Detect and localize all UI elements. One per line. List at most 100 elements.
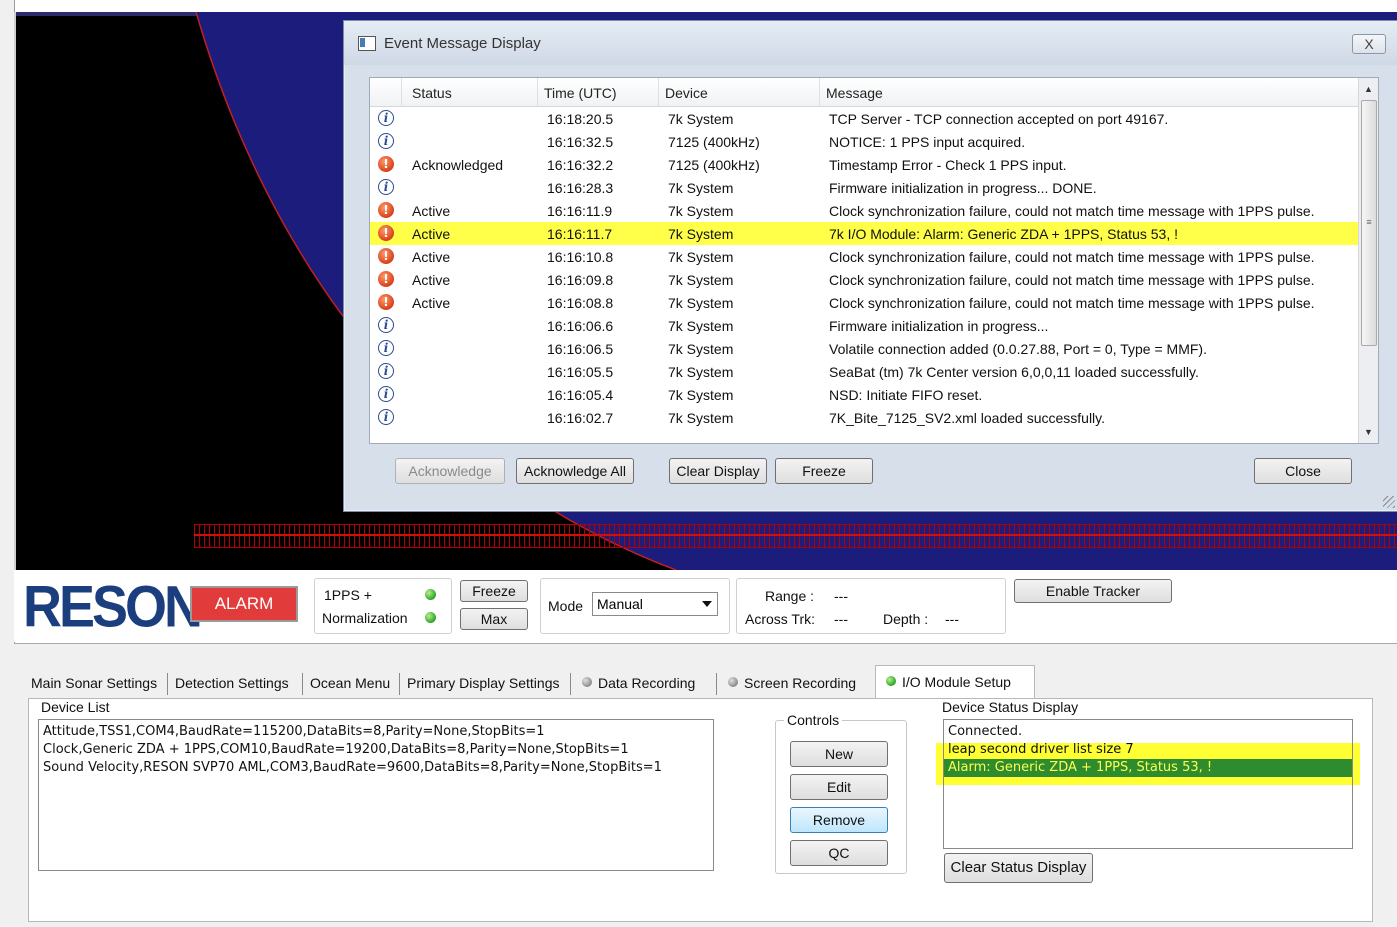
close-button[interactable]: Close bbox=[1254, 458, 1352, 484]
table-row[interactable]: ! Active 16:16:11.9 7k System Clock synchron… bbox=[370, 199, 1358, 222]
clear-display-button[interactable]: Clear Display bbox=[669, 458, 767, 484]
event-message-table[interactable]: Status Time (UTC) Device Message i 16:18:… bbox=[369, 77, 1379, 444]
table-row[interactable]: ! Active 16:16:09.8 7k System Clock synchron… bbox=[370, 268, 1358, 291]
time-cell: 16:16:02.7 bbox=[547, 410, 614, 426]
device-status-display[interactable]: Connected. leap second driver list size 7… bbox=[943, 719, 1353, 849]
column-header-status[interactable]: Status bbox=[402, 78, 538, 106]
list-item[interactable]: Attitude,TSS1,COM4,BaudRate=115200,DataB… bbox=[39, 723, 713, 741]
list-item[interactable]: Sound Velocity,RESON SVP70 AML,COM3,Baud… bbox=[39, 759, 713, 777]
table-row[interactable]: i 16:16:06.6 7k System Firmware initializat… bbox=[370, 314, 1358, 337]
remove-button[interactable]: Remove bbox=[790, 807, 888, 833]
mode-select[interactable]: Manual bbox=[592, 592, 718, 616]
range-scale-line bbox=[194, 534, 1397, 536]
tab-detection-settings[interactable]: Detection Settings bbox=[175, 667, 289, 697]
pps-status-indicator bbox=[425, 589, 436, 600]
table-row[interactable]: i 16:16:02.7 7k System 7K_Bite_7125_SV2.xml… bbox=[370, 406, 1358, 429]
tab-io-module-setup[interactable]: I/O Module Setup bbox=[875, 665, 1035, 699]
warning-icon: ! bbox=[378, 225, 394, 241]
scrollbar-thumb[interactable]: ≡ bbox=[1361, 100, 1377, 346]
acknowledge-button[interactable]: Acknowledge bbox=[395, 458, 505, 484]
table-row[interactable]: i 16:16:06.5 7k System Volatile connection … bbox=[370, 337, 1358, 360]
new-button[interactable]: New bbox=[790, 741, 888, 767]
mode-label: Mode bbox=[548, 598, 584, 614]
window-frame-left bbox=[0, 0, 15, 927]
normalization-status-indicator bbox=[425, 612, 436, 623]
info-icon: i bbox=[378, 363, 394, 379]
normalization-label: Normalization bbox=[322, 610, 408, 626]
time-cell: 16:16:05.4 bbox=[547, 387, 614, 403]
message-cell: Timestamp Error - Check 1 PPS input. bbox=[829, 157, 1067, 173]
tab-data-recording[interactable]: Data Recording bbox=[582, 667, 695, 697]
qc-button[interactable]: QC bbox=[790, 840, 888, 866]
table-row[interactable]: i 16:16:28.3 7k System Firmware initializat… bbox=[370, 176, 1358, 199]
status-cell: Active bbox=[412, 203, 451, 219]
message-cell: Firmware initialization in progress... bbox=[829, 318, 1049, 334]
table-row[interactable]: i 16:18:20.5 7k System TCP Server - TCP con… bbox=[370, 107, 1358, 130]
status-line: Connected. bbox=[948, 724, 1023, 739]
tab-screen-recording[interactable]: Screen Recording bbox=[728, 667, 856, 697]
pps-label: 1PPS + bbox=[324, 587, 372, 603]
message-cell: NSD: Initiate FIFO reset. bbox=[829, 387, 983, 403]
message-cell: SeaBat (tm) 7k Center version 6,0,0,11 l… bbox=[829, 364, 1199, 380]
depth-value: --- bbox=[945, 611, 959, 627]
column-header-message[interactable]: Message bbox=[820, 78, 1358, 106]
info-icon: i bbox=[378, 133, 394, 149]
column-header-icon[interactable] bbox=[370, 78, 402, 106]
vertical-scrollbar[interactable]: ▲ ≡ ▼ bbox=[1358, 78, 1378, 443]
column-header-time[interactable]: Time (UTC) bbox=[538, 78, 659, 106]
device-cell: 7k System bbox=[668, 272, 734, 288]
table-row[interactable]: i 16:16:05.5 7k System SeaBat (tm) 7k Cente… bbox=[370, 360, 1358, 383]
time-cell: 16:16:08.8 bbox=[547, 295, 614, 311]
clear-status-display-button[interactable]: Clear Status Display bbox=[944, 853, 1093, 883]
alarm-button[interactable]: ALARM bbox=[190, 586, 298, 622]
device-cell: 7k System bbox=[668, 180, 734, 196]
acknowledge-all-button[interactable]: Acknowledge All bbox=[516, 458, 634, 484]
table-row[interactable]: ! Active 16:16:11.7 7k System 7k I/O Module:… bbox=[370, 222, 1358, 245]
resize-grip-icon[interactable] bbox=[1383, 496, 1395, 508]
dialog-titlebar[interactable]: Event Message Display X bbox=[344, 21, 1397, 65]
tab-ocean-menu[interactable]: Ocean Menu bbox=[310, 667, 390, 697]
depth-label: Depth : bbox=[883, 611, 929, 627]
max-button[interactable]: Max bbox=[460, 608, 528, 630]
enable-tracker-button[interactable]: Enable Tracker bbox=[1014, 579, 1172, 603]
info-icon: i bbox=[378, 386, 394, 402]
warning-icon: ! bbox=[378, 271, 394, 287]
device-cell: 7k System bbox=[668, 111, 734, 127]
scroll-up-arrow-icon[interactable]: ▲ bbox=[1359, 80, 1378, 98]
device-cell: 7k System bbox=[668, 410, 734, 426]
tab-separator bbox=[570, 673, 571, 695]
device-cell: 7k System bbox=[668, 341, 734, 357]
device-list[interactable]: Attitude,TSS1,COM4,BaudRate=115200,DataB… bbox=[38, 719, 714, 871]
table-row[interactable]: ! Acknowledged 16:16:32.2 7125 (400kHz) Time… bbox=[370, 153, 1358, 176]
time-cell: 16:16:05.5 bbox=[547, 364, 614, 380]
edit-button[interactable]: Edit bbox=[790, 774, 888, 800]
scroll-down-arrow-icon[interactable]: ▼ bbox=[1359, 423, 1378, 441]
freeze-button[interactable]: Freeze bbox=[775, 458, 873, 484]
tab-main-sonar-settings[interactable]: Main Sonar Settings bbox=[31, 667, 157, 697]
table-row[interactable]: i 16:16:32.5 7125 (400kHz) NOTICE: 1 PPS in… bbox=[370, 130, 1358, 153]
table-row[interactable]: ! Active 16:16:10.8 7k System Clock synchron… bbox=[370, 245, 1358, 268]
device-cell: 7k System bbox=[668, 387, 734, 403]
device-cell: 7125 (400kHz) bbox=[668, 134, 760, 150]
time-cell: 16:16:06.6 bbox=[547, 318, 614, 334]
list-item[interactable]: Clock,Generic ZDA + 1PPS,COM10,BaudRate=… bbox=[39, 741, 713, 759]
tab-primary-display-settings[interactable]: Primary Display Settings bbox=[407, 667, 560, 697]
tab-separator bbox=[167, 673, 168, 695]
device-cell: 7k System bbox=[668, 226, 734, 242]
range-label: Range : bbox=[765, 588, 815, 604]
dialog-title: Event Message Display bbox=[384, 35, 541, 52]
message-cell: Volatile connection added (0.0.27.88, Po… bbox=[829, 341, 1207, 357]
warning-icon: ! bbox=[378, 202, 394, 218]
toolbar-freeze-button[interactable]: Freeze bbox=[460, 580, 528, 602]
device-cell: 7k System bbox=[668, 318, 734, 334]
dialog-close-x-button[interactable]: X bbox=[1352, 34, 1386, 54]
table-row[interactable]: ! Active 16:16:08.8 7k System Clock synchron… bbox=[370, 291, 1358, 314]
grip-icon: ≡ bbox=[1366, 217, 1372, 227]
device-cell: 7k System bbox=[668, 295, 734, 311]
table-row[interactable]: i 16:16:05.4 7k System NSD: Initiate FIFO r… bbox=[370, 383, 1358, 406]
message-cell: TCP Server - TCP connection accepted on … bbox=[829, 111, 1169, 127]
column-header-device[interactable]: Device bbox=[659, 78, 820, 106]
tab-separator bbox=[716, 673, 717, 695]
event-message-dialog: Event Message Display X Status Time (UTC… bbox=[343, 20, 1397, 512]
warning-icon: ! bbox=[378, 156, 394, 172]
